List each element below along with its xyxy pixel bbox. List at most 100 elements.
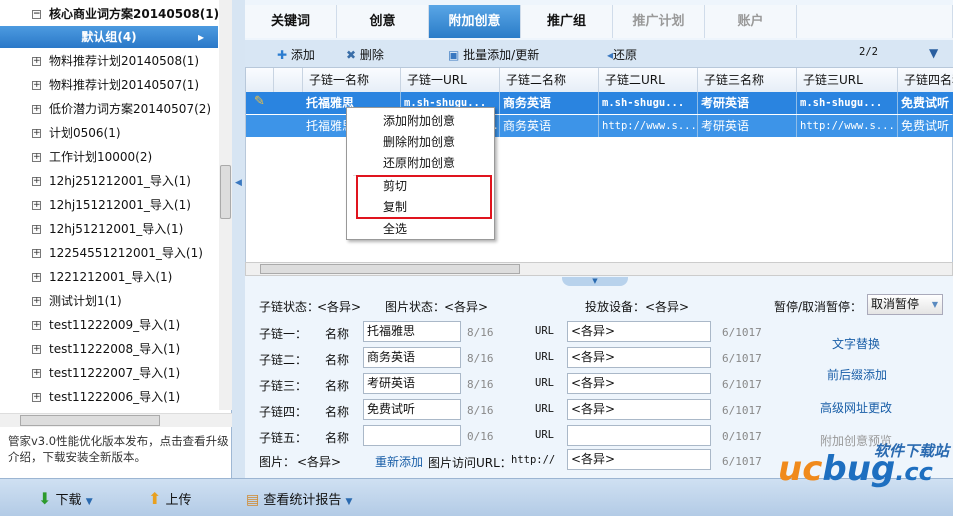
expand-icon[interactable]: + <box>32 345 41 354</box>
expand-icon[interactable]: + <box>32 369 41 378</box>
context-menu-item[interactable]: 还原附加创意 <box>347 153 495 174</box>
side-link[interactable]: 前后缀添加 <box>245 366 953 383</box>
image-status-value: <各异> <box>444 300 489 314</box>
tree-item[interactable]: + 低价潜力词方案20140507(2) <box>0 98 220 120</box>
grid-cell[interactable]: m.sh-shugu... <box>797 92 898 114</box>
tree-item[interactable]: +12254551212001_导入(1) <box>0 242 220 264</box>
image-value: <各异> <box>297 455 342 469</box>
tree-item-label: 12hj251212001_导入(1) <box>49 174 191 188</box>
tab-5[interactable]: 账户 <box>705 5 797 38</box>
download-button[interactable]: ⬇ 下载 ▼ <box>38 489 93 508</box>
expand-icon[interactable]: + <box>32 393 41 402</box>
tree-item-label: test11222006_导入(1) <box>49 390 181 404</box>
label: 图片状态： <box>385 300 446 314</box>
tree-item-label: test11222007_导入(1) <box>49 366 181 380</box>
panel-splitter[interactable]: ◀ <box>232 0 245 478</box>
image-url-input[interactable]: <各异> <box>567 449 711 470</box>
tree-item[interactable]: +12hj51212001_导入(1) <box>0 218 220 240</box>
collapse-icon[interactable]: − <box>32 10 41 19</box>
expand-icon[interactable]: + <box>32 321 41 330</box>
grid-header[interactable]: 子链三名称 <box>698 68 797 92</box>
grid-header[interactable]: 子链四名称 <box>898 68 953 92</box>
grid-cell[interactable]: 商务英语 <box>500 92 599 114</box>
expand-icon[interactable]: + <box>32 129 41 138</box>
add-button[interactable]: ✚ 添加 <box>277 46 315 63</box>
grid-cell[interactable]: m.sh-shugu... <box>599 92 698 114</box>
url-label: URL <box>535 351 554 363</box>
grid-header[interactable]: 子链二URL <box>599 68 698 92</box>
tree-item[interactable]: + 测试计划1(1) <box>0 290 220 312</box>
update-notice[interactable]: 管家v3.0性能优化版本发布，点击查看升级介绍，下载安装全新版本。 <box>8 433 230 465</box>
context-menu-item[interactable]: 删除附加创意 <box>347 132 495 153</box>
tree-horizontal-scrollbar[interactable] <box>0 413 232 427</box>
pause-select[interactable]: 取消暂停 ▼ <box>867 294 943 315</box>
expand-icon[interactable]: + <box>32 201 41 210</box>
expand-icon[interactable]: + <box>32 297 41 306</box>
tab-filler <box>797 5 953 38</box>
tree-item-label: test11222008_导入(1) <box>49 342 181 356</box>
grid-header[interactable]: 子链一URL <box>401 68 500 92</box>
grid-header[interactable]: 子链二名称 <box>500 68 599 92</box>
grid-cell[interactable]: 考研英语 <box>698 115 797 137</box>
label: 子链状态： <box>259 300 320 314</box>
tab-3[interactable]: 推广组 <box>521 5 613 38</box>
re-add-link[interactable]: 重新添加 <box>375 453 423 470</box>
expand-icon[interactable]: + <box>32 81 41 90</box>
tab-0[interactable]: 关键词 <box>245 5 337 38</box>
expand-icon[interactable]: + <box>32 177 41 186</box>
grid-cell[interactable]: http://www.s... <box>797 115 898 137</box>
pause-select-value: 取消暂停 <box>871 297 920 311</box>
report-button[interactable]: ▤ 查看统计报告 ▼ <box>246 489 352 508</box>
side-link[interactable]: 高级网址更改 <box>245 399 953 416</box>
expand-icon[interactable]: + <box>32 225 41 234</box>
tree-item[interactable]: + 计划0506(1) <box>0 122 220 144</box>
tab-2[interactable]: 附加创意 <box>429 5 521 38</box>
device-value: <各异> <box>645 300 690 314</box>
tree-item[interactable]: + 物料推荐计划20140507(1) <box>0 74 220 96</box>
grid-cell[interactable]: 免费试听 <box>898 115 953 137</box>
report-icon: ▤ <box>246 492 260 508</box>
tree-item-label: 12hj51212001_导入(1) <box>49 222 184 236</box>
tree-item[interactable]: +12hj151212001_导入(1) <box>0 194 220 216</box>
tab-1[interactable]: 创意 <box>337 5 429 38</box>
grid-header[interactable]: 子链一名称 <box>303 68 401 92</box>
collapse-down-icon[interactable]: ▼ <box>562 277 628 286</box>
tree-item[interactable]: + 物料推荐计划20140508(1) <box>0 50 220 72</box>
grid-cell[interactable]: 考研英语 <box>698 92 797 114</box>
tree-item-label: 12254551212001_导入(1) <box>49 246 203 260</box>
tree-item-label: 工作计划10000(2) <box>49 150 153 164</box>
chevron-down-icon: ▼ <box>345 497 353 507</box>
url-count: 6/1017 <box>722 352 762 365</box>
context-menu-item[interactable]: 添加附加创意 <box>347 111 495 132</box>
upload-button[interactable]: ⬆ 上传 <box>148 489 192 508</box>
grid-cell[interactable]: http://www.s... <box>599 115 698 137</box>
context-menu-item[interactable]: 全选 <box>347 219 495 240</box>
tree-item[interactable]: +1221212001_导入(1) <box>0 266 220 288</box>
tree-vertical-scrollbar[interactable] <box>219 0 232 410</box>
expand-icon[interactable]: + <box>32 57 41 66</box>
tree-item-selected[interactable]: 默认组(4) ▸ <box>0 26 218 48</box>
tree-root[interactable]: − 核心商业词方案20140508(1) <box>0 3 220 25</box>
tree-item[interactable]: + test11222008_导入(1) <box>0 338 220 360</box>
batch-add-button[interactable]: ▣ 批量添加/更新 <box>448 46 539 63</box>
expand-icon[interactable]: + <box>32 105 41 114</box>
tree-item[interactable]: +12hj251212001_导入(1) <box>0 170 220 192</box>
expand-icon[interactable]: + <box>32 273 41 282</box>
tree-item[interactable]: + 工作计划10000(2) <box>0 146 220 168</box>
delete-button[interactable]: ✖ 删除 <box>346 46 384 63</box>
tree-item[interactable]: + test11222006_导入(1) <box>0 386 220 408</box>
expand-icon[interactable]: + <box>32 153 41 162</box>
restore-button[interactable]: ◂还原 <box>607 46 637 63</box>
dropdown-triangle-icon[interactable]: ▼ <box>929 46 938 60</box>
tree-item[interactable]: + test11222009_导入(1) <box>0 314 220 336</box>
tab-4[interactable]: 推广计划 <box>613 5 705 38</box>
tree-item[interactable]: + test11222007_导入(1) <box>0 362 220 384</box>
collapse-left-icon[interactable]: ◀ <box>235 178 242 188</box>
side-link[interactable]: 文字替换 <box>245 335 953 352</box>
expand-icon[interactable]: + <box>32 249 41 258</box>
grid-header[interactable]: 子链三URL <box>797 68 898 92</box>
label: 投放设备： <box>585 300 646 314</box>
grid-cell[interactable]: 免费试听 <box>898 92 953 114</box>
grid-horizontal-scrollbar[interactable] <box>245 262 953 276</box>
grid-cell[interactable]: 商务英语 <box>500 115 599 137</box>
